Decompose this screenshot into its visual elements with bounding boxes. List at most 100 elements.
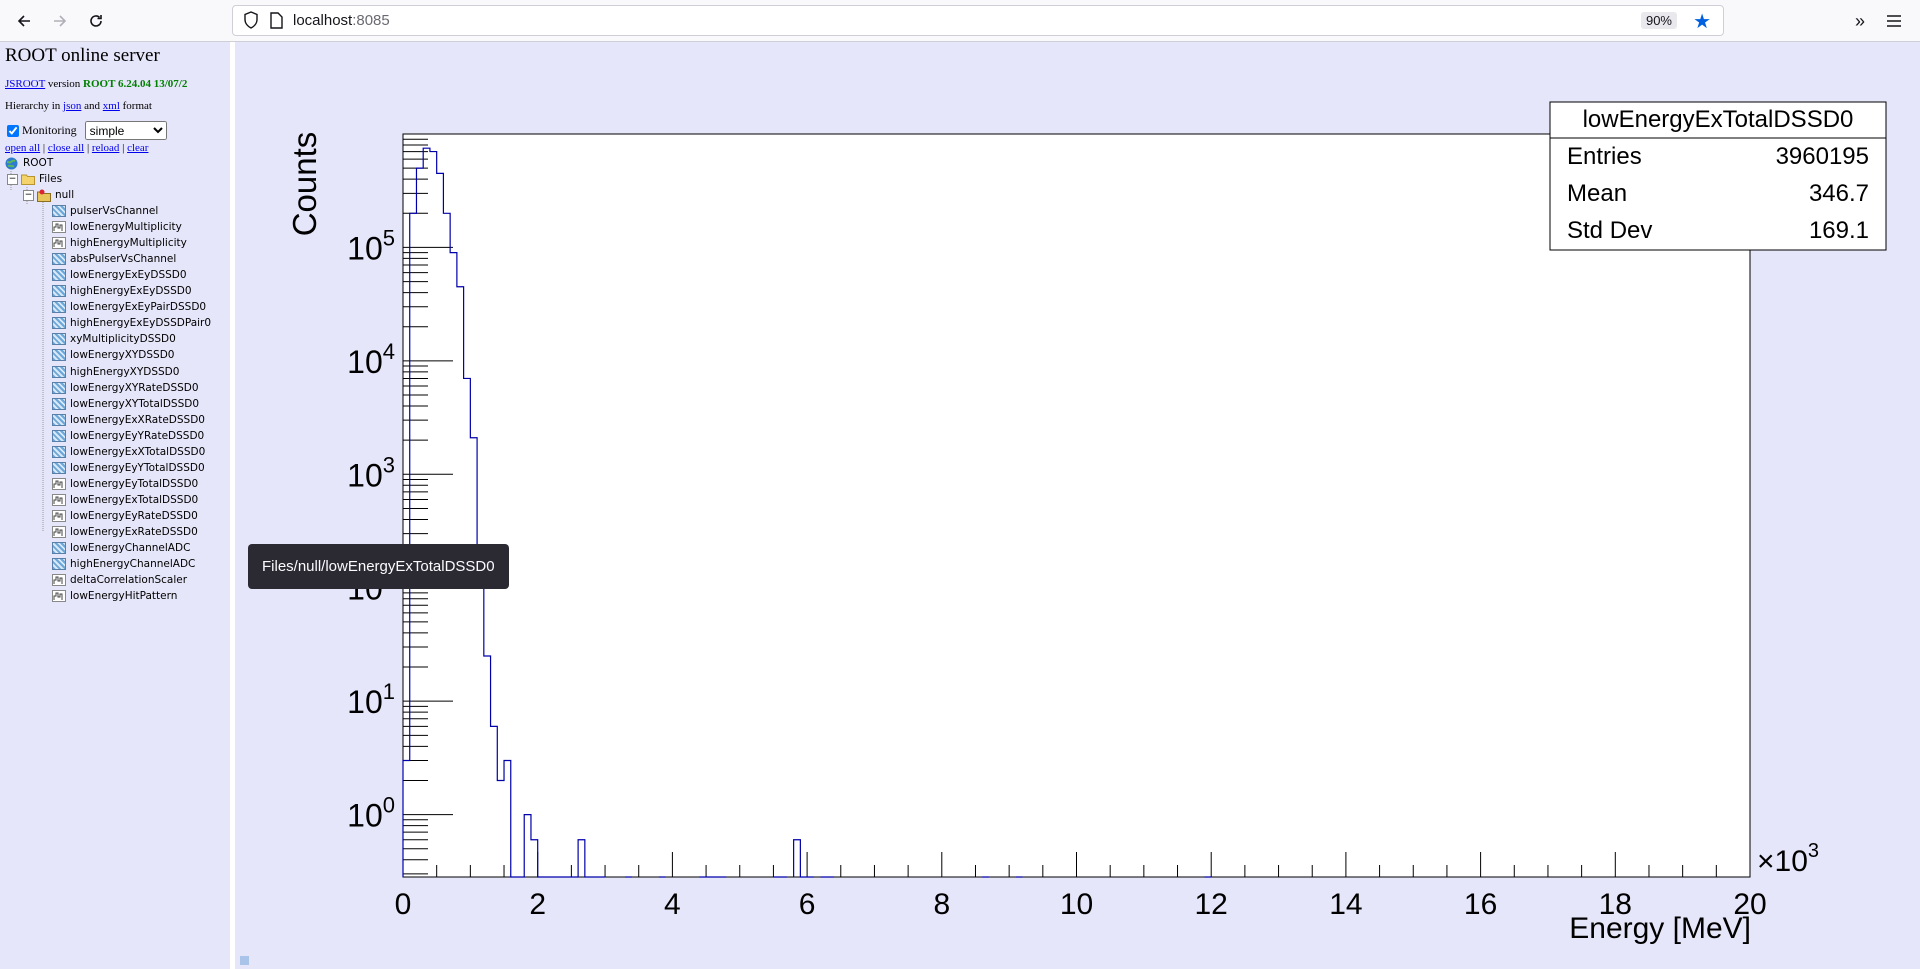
y-tick-label: 101: [347, 679, 395, 720]
tree-item[interactable]: deltaCorrelationScaler: [52, 574, 187, 587]
reload-icon[interactable]: [82, 8, 110, 34]
tree-item[interactable]: lowEnergyEyRateDSSD0: [52, 509, 198, 522]
x-tick-label: 4: [664, 888, 681, 921]
hierarchy-prefix: Hierarchy in: [5, 100, 61, 112]
tooltip: Files/null/lowEnergyExTotalDSSD0: [248, 544, 509, 589]
histogram-2d-icon: [52, 301, 66, 314]
url-text[interactable]: localhost:8085: [293, 12, 390, 29]
tree-item-label: highEnergyChannelADC: [70, 558, 196, 571]
tree-item[interactable]: highEnergyChannelADC: [52, 558, 196, 571]
histogram-2d-icon: [52, 269, 66, 282]
browser-toolbar: localhost:8085 90% ★ »: [0, 0, 1920, 42]
tree-item[interactable]: lowEnergyMultiplicity: [52, 221, 182, 234]
histogram-2d-icon: [52, 397, 66, 410]
tree-item[interactable]: xyMultiplicityDSSD0: [52, 333, 176, 346]
monitoring-select[interactable]: simple: [84, 121, 167, 140]
tree-item-label: absPulserVsChannel: [70, 253, 177, 266]
tree-item-label: highEnergyMultiplicity: [70, 237, 187, 250]
x-tick-label: 8: [933, 888, 950, 921]
tree-item[interactable]: highEnergyXYDSSD0: [52, 365, 179, 378]
url-host: localhost: [293, 12, 353, 29]
tree-item[interactable]: lowEnergyExRateDSSD0: [52, 526, 198, 538]
url-bar[interactable]: localhost:8085 90% ★: [232, 5, 1724, 36]
histogram-1d-icon: [52, 509, 66, 522]
tree-node-label: ROOT: [23, 157, 54, 169]
tree-item[interactable]: highEnergyMultiplicity: [52, 237, 187, 250]
y-tick-labels: 100101102103104105: [347, 225, 395, 833]
tree-item[interactable]: lowEnergyExTotalDSSD0: [52, 493, 198, 506]
tree-item[interactable]: lowEnergyChannelADC: [52, 542, 190, 555]
tree-node-root[interactable]: ROOT: [5, 157, 54, 170]
stats-entries-value: 3960195: [1776, 143, 1869, 170]
menu-icon[interactable]: [1880, 8, 1908, 34]
bookmark-star-icon[interactable]: ★: [1693, 9, 1711, 34]
json-link[interactable]: json: [63, 100, 81, 112]
frame: [402, 133, 1751, 878]
page-icon[interactable]: [269, 12, 283, 34]
tree-item[interactable]: lowEnergyExEyPairDSSD0: [52, 301, 207, 314]
tree-item-label: lowEnergyEyTotalDSSD0: [70, 477, 199, 490]
overflow-chevrons-icon[interactable]: »: [1846, 8, 1874, 34]
stats-entries-label: Entries: [1567, 143, 1642, 170]
stats-mean-label: Mean: [1567, 180, 1627, 207]
tree-item-label: lowEnergyExXRateDSSD0: [70, 413, 205, 426]
tree-item[interactable]: lowEnergyXYTotalDSSD0: [52, 397, 199, 410]
resize-handle[interactable]: [240, 956, 249, 965]
tree-item-label: lowEnergyEyRateDSSD0: [70, 509, 198, 522]
histogram-2d-icon: [52, 285, 66, 298]
x-tick-label: 2: [529, 888, 546, 921]
y-axis-title: Counts: [286, 132, 323, 237]
tree-node-files[interactable]: − Files: [7, 173, 62, 185]
histogram-1d-icon: [52, 237, 66, 250]
tree-item[interactable]: highEnergyExEyDSSD0: [52, 285, 192, 298]
tree-item-label: lowEnergyExEyPairDSSD0: [70, 301, 207, 314]
histogram-2d-icon: [52, 333, 66, 346]
histogram-1d-icon: [52, 590, 66, 603]
histogram-1d-icon: [52, 477, 66, 490]
tree-item[interactable]: lowEnergyEyYTotalDSSD0: [52, 461, 205, 474]
tree-item[interactable]: lowEnergyHitPattern: [52, 590, 178, 603]
xml-link[interactable]: xml: [103, 100, 120, 112]
monitoring-checkbox[interactable]: [7, 124, 19, 137]
x-tick-label: 0: [395, 888, 412, 921]
shield-icon[interactable]: [243, 11, 259, 34]
x-tick-labels: 0 2 4 6 8 10 12 14 16 18 20: [395, 888, 1767, 921]
version-word: version: [47, 78, 81, 90]
histogram-2d-icon: [52, 558, 66, 571]
collapse-minus-icon[interactable]: −: [7, 173, 18, 185]
tree-item[interactable]: lowEnergyExXTotalDSSD0: [52, 445, 205, 458]
url-port: :8085: [352, 12, 390, 29]
tree-item[interactable]: lowEnergyEyYRateDSSD0: [52, 429, 204, 442]
hierarchy-panel: ROOT online server JSROOT version ROOT 6…: [0, 42, 230, 969]
histogram-canvas[interactable]: 100101102103104105 02468101214161820 Cou…: [235, 42, 1920, 969]
tree-node-null[interactable]: − null: [23, 189, 74, 202]
zoom-badge[interactable]: 90%: [1640, 12, 1677, 29]
histogram-2d-icon: [52, 413, 66, 426]
x-tick-label: 14: [1329, 888, 1362, 921]
canvas-area: 100101102103104105 02468101214161820 Cou…: [235, 42, 1920, 969]
jsroot-link[interactable]: JSROOT: [5, 78, 45, 90]
tree-item[interactable]: lowEnergyXYRateDSSD0: [52, 381, 199, 394]
and-word: and: [84, 100, 101, 112]
tree-item-label: lowEnergyExEyDSSD0: [70, 269, 187, 282]
tree-item[interactable]: highEnergyExEyDSSDPair0: [52, 317, 211, 330]
y-tick-label: 104: [347, 339, 395, 380]
tree-item[interactable]: lowEnergyXYDSSD0: [52, 349, 174, 362]
tree-item[interactable]: lowEnergyExEyDSSD0: [52, 269, 187, 282]
monitoring-label: Monitoring: [22, 123, 77, 137]
tree-item[interactable]: lowEnergyExXRateDSSD0: [52, 413, 205, 426]
tree-item[interactable]: pulserVsChannel: [52, 205, 158, 217]
format-word: format: [122, 100, 152, 112]
x-axis-title: Energy [MeV]: [1569, 912, 1751, 945]
tree-node-label: Files: [39, 173, 63, 185]
tree-item-label: lowEnergyExRateDSSD0: [70, 526, 198, 538]
histogram-1d-icon: [52, 221, 66, 234]
collapse-minus-icon[interactable]: −: [23, 189, 34, 201]
forward-arrow-icon[interactable]: [46, 8, 74, 34]
histogram-2d-icon: [52, 349, 66, 362]
stats-box[interactable]: lowEnergyExTotalDSSD0 Entries 3960195 Me…: [1549, 101, 1887, 251]
tree-item[interactable]: absPulserVsChannel: [52, 253, 177, 266]
tree-item[interactable]: lowEnergyEyTotalDSSD0: [52, 477, 199, 490]
back-arrow-icon[interactable]: [10, 8, 38, 34]
tree-item-label: lowEnergyHitPattern: [70, 590, 178, 603]
